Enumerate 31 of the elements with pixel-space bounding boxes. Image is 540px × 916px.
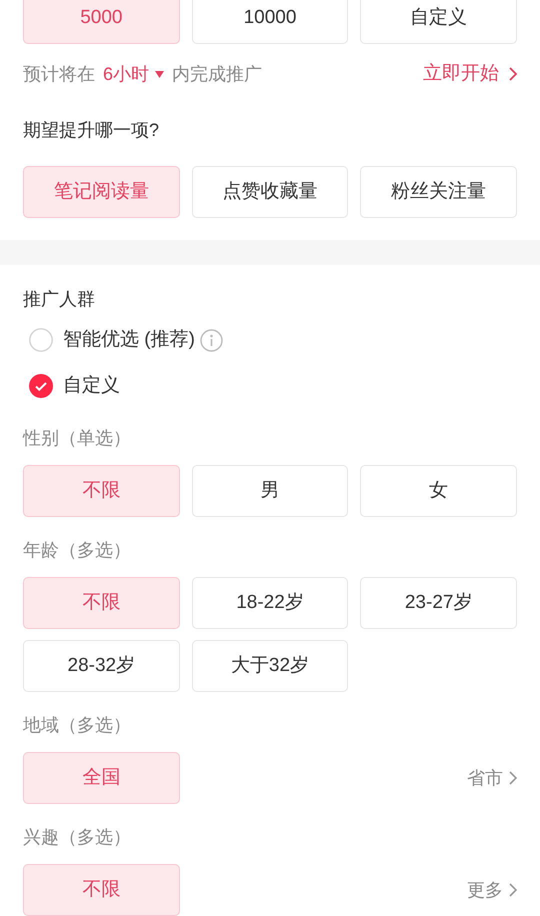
start-link[interactable]: 立即开始 xyxy=(423,60,517,88)
option-button[interactable]: 大于32岁 xyxy=(192,640,348,692)
duration-dropdown[interactable]: 6小时 xyxy=(103,60,164,88)
estimate-label: 内完成推广 xyxy=(172,62,262,86)
option-button[interactable]: 自定义 xyxy=(360,0,517,44)
info-icon[interactable] xyxy=(200,328,223,352)
more-link[interactable]: 省市 xyxy=(467,764,517,792)
option-button[interactable]: 18-22岁 xyxy=(192,577,348,629)
chevron-right-icon xyxy=(509,67,517,81)
estimate-label: 预计将在 xyxy=(23,62,95,86)
option-button[interactable]: 粉丝关注量 xyxy=(360,166,517,218)
option-button[interactable]: 23-27岁 xyxy=(360,577,517,629)
option-button[interactable]: 28-32岁 xyxy=(23,640,180,692)
radio-option[interactable]: 智能优选 (推荐) xyxy=(29,326,195,354)
caret-down-icon xyxy=(155,70,164,78)
chevron-right-icon xyxy=(509,883,517,897)
option-button[interactable]: 女 xyxy=(360,465,517,517)
radio-option[interactable]: 自定义 xyxy=(29,372,120,400)
section-title: 兴趣（多选） xyxy=(23,826,131,848)
section-title: 性别（单选） xyxy=(23,426,131,450)
option-button[interactable]: 10000 xyxy=(192,0,348,44)
option-button[interactable]: 点赞收藏量 xyxy=(192,166,348,218)
more-link[interactable]: 更多 xyxy=(467,876,517,904)
option-button[interactable]: 男 xyxy=(192,465,348,517)
empty-circle-icon xyxy=(29,328,53,352)
section-title: 年龄（多选） xyxy=(23,538,131,562)
checked-circle-icon xyxy=(29,374,53,398)
chevron-right-icon xyxy=(509,771,517,785)
section-title: 地域（多选） xyxy=(23,714,131,736)
section-title: 期望提升哪一项? xyxy=(23,118,160,142)
section-title: 推广人群 xyxy=(23,288,95,310)
